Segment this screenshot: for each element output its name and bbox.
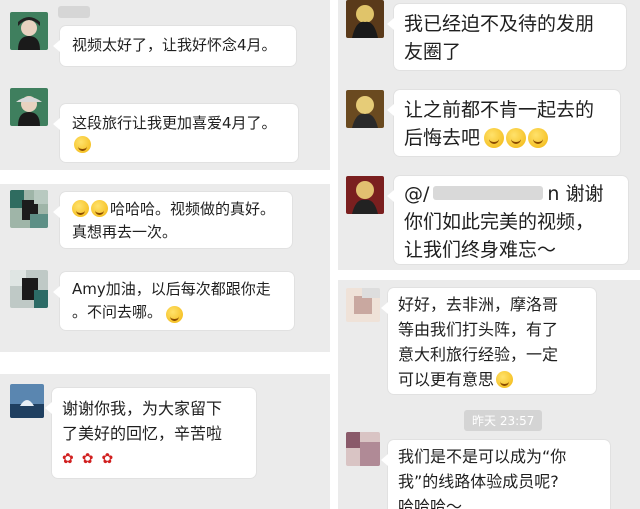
laugh-emoji-icon <box>484 128 505 148</box>
avatar <box>10 384 44 418</box>
message-text-wrap: 让之前都不肯一起去的 后悔去吧 <box>394 90 620 158</box>
mention-suffix: n 谢谢 <box>547 183 604 205</box>
grin-emoji-icon <box>91 200 108 217</box>
avatar <box>346 432 380 466</box>
avatar <box>10 88 48 126</box>
message-text: 视频太好了，让我好怀念4月。 <box>72 36 277 54</box>
message-text: 你们如此完美的视频， 让我们终身难忘～ <box>404 211 595 261</box>
rose-icon: ✿ <box>101 451 114 467</box>
avatar <box>346 0 384 38</box>
rose-icons: ✿ ✿ ✿ <box>52 446 256 469</box>
left-panel-top: 视频太好了，让我好怀念4月。 这段旅行让我更加喜爱4月了。 <box>0 0 330 170</box>
avatar <box>346 288 380 322</box>
message-bubble: 哈哈哈。视频做的真好。 真想再去一次。 <box>53 192 292 250</box>
blurred-name <box>58 6 90 18</box>
message-bubble: 谢谢你我，为大家留下 了美好的回忆，辛苦啦 ✿ ✿ ✿ <box>45 388 256 478</box>
mention-prefix: @/ <box>404 183 430 205</box>
right-panel-bottom: 好好，去非洲，摩洛哥 等由我们打头阵，有了 意大利旅行经验，一定 可以更有意思 … <box>338 280 640 509</box>
mention-line: @/ n 谢谢 <box>394 176 628 208</box>
laugh-emoji-icon <box>506 128 527 148</box>
message-bubble: 这段旅行让我更加喜爱4月了。 <box>53 104 298 162</box>
message-text: 好好，去非洲，摩洛哥 等由我们打头阵，有了 意大利旅行经验，一定 可以更有意思 <box>398 295 559 389</box>
rose-icon: ✿ <box>62 451 74 467</box>
smile-emoji-icon <box>74 136 91 153</box>
message-bubble: 好好，去非洲，摩洛哥 等由我们打头阵，有了 意大利旅行经验，一定 可以更有意思 <box>381 288 596 396</box>
message-text: 这段旅行让我更加喜爱4月了。 <box>72 114 277 132</box>
message-text: 我们是不是可以成为“你 我”的线路体验成员呢? 哈哈哈～ <box>398 447 567 509</box>
timestamp: 昨天 23:57 <box>464 410 543 431</box>
left-panel-bottom: 谢谢你我，为大家留下 了美好的回忆，辛苦啦 ✿ ✿ ✿ <box>0 374 330 509</box>
message-bubble: 我们是不是可以成为“你 我”的线路体验成员呢? 哈哈哈～ <box>381 440 610 509</box>
blurred-mention <box>433 186 544 200</box>
left-panel-middle: 哈哈哈。视频做的真好。 真想再去一次。 Amy加油，以后每次都跟你走 。不问去哪… <box>0 184 330 352</box>
avatar <box>346 90 384 128</box>
smile-emoji-icon <box>166 306 183 323</box>
message-bubble: Amy加油，以后每次都跟你走 。不问去哪。 <box>53 272 294 330</box>
avatar <box>346 176 384 214</box>
message-bubble: 让之前都不肯一起去的 后悔去吧 <box>387 90 620 158</box>
message-bubble: 我已经迫不及待的发朋 友圈了 <box>387 4 626 70</box>
right-panel-top: 我已经迫不及待的发朋 友圈了 让之前都不肯一起去的 后悔去吧 @/ n 谢谢 你们… <box>338 0 640 270</box>
message-text: 我已经迫不及待的发朋 友圈了 <box>404 13 595 63</box>
message-text-wrap: 哈哈哈。视频做的真好。 真想再去一次。 <box>60 192 292 250</box>
grin-emoji-icon <box>496 371 514 388</box>
grin-emoji-icon <box>72 200 89 217</box>
laugh-emoji-icon <box>528 128 549 148</box>
message-text-wrap: 好好，去非洲，摩洛哥 等由我们打头阵，有了 意大利旅行经验，一定 可以更有意思 <box>388 288 596 396</box>
avatar <box>10 270 48 308</box>
avatar <box>10 12 48 50</box>
rose-icon: ✿ <box>81 451 94 467</box>
message-bubble: 视频太好了，让我好怀念4月。 <box>53 26 296 66</box>
avatar <box>10 190 48 228</box>
message-text: 谢谢你我，为大家留下 了美好的回忆，辛苦啦 <box>62 399 223 443</box>
message-bubble: @/ n 谢谢 你们如此完美的视频， 让我们终身难忘～ <box>387 176 628 264</box>
